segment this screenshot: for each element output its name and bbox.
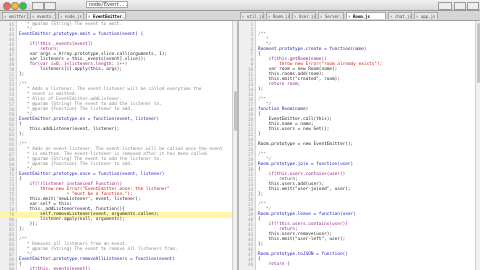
tab-label: events.js bbox=[37, 14, 55, 19]
tab-label: Room.js bbox=[353, 14, 370, 19]
forward-button[interactable] bbox=[44, 2, 56, 10]
tab[interactable]: × chat.js bbox=[388, 12, 412, 19]
back-button[interactable] bbox=[32, 2, 44, 10]
tab-label: util.js bbox=[247, 14, 264, 19]
tab[interactable]: ×Server.js bbox=[318, 12, 344, 19]
close-tab-icon[interactable]: × bbox=[268, 13, 270, 19]
tab[interactable]: × util.js bbox=[240, 12, 264, 19]
tab-label: User.js bbox=[299, 14, 316, 19]
left-editor-pane[interactable]: 41 * @param {String} The event to emit. 4… bbox=[0, 21, 232, 270]
tab[interactable]: ×emitter.js bbox=[2, 12, 28, 19]
close-tab-icon[interactable]: × bbox=[32, 13, 34, 19]
tab-label: emitter.js bbox=[9, 14, 27, 19]
tab[interactable]: × Room.js bbox=[346, 12, 386, 19]
file-path-field[interactable]: node/Event... bbox=[86, 1, 128, 8]
tab[interactable]: ×events.js bbox=[30, 12, 56, 19]
code-line[interactable]: 49 return { bbox=[239, 262, 475, 268]
close-window-button[interactable] bbox=[3, 2, 11, 10]
tab-label: EventEmitter.js bbox=[93, 14, 126, 19]
window-toolbar: node/Event... bbox=[0, 0, 480, 11]
close-tab-icon[interactable]: × bbox=[242, 13, 244, 19]
line-number: 49 bbox=[248, 262, 253, 267]
zoom-window-button[interactable] bbox=[19, 2, 27, 10]
tab-bar: ×emitter.js×events.js×node.js×EventEmitt… bbox=[0, 11, 480, 21]
close-tab-icon[interactable]: × bbox=[320, 13, 322, 19]
close-tab-icon[interactable]: × bbox=[60, 13, 62, 19]
tab[interactable]: × EventEmitter.js bbox=[86, 12, 126, 19]
right-editor-pane[interactable]: 1 2 3/** 4 * 5 */6 Roomset.prototype.create =… bbox=[239, 21, 475, 270]
tab-label: app.js bbox=[421, 14, 436, 19]
tab[interactable]: × node.js bbox=[58, 12, 84, 19]
close-tab-icon[interactable]: × bbox=[294, 13, 296, 19]
close-tab-icon[interactable]: × bbox=[390, 13, 392, 19]
tab-label: Room.js bbox=[273, 14, 290, 19]
close-tab-icon[interactable]: × bbox=[88, 13, 90, 19]
split-view-button[interactable] bbox=[454, 2, 466, 10]
close-tab-icon[interactable]: × bbox=[416, 13, 418, 19]
tab-label: node.js bbox=[65, 14, 82, 19]
fullscreen-button[interactable] bbox=[467, 2, 479, 10]
tab[interactable]: × app.js bbox=[414, 12, 438, 19]
tab[interactable]: × Room.js bbox=[266, 12, 290, 19]
minimize-window-button[interactable] bbox=[11, 2, 19, 10]
tab-label: chat.js bbox=[395, 14, 412, 19]
right-pane-scrollbar[interactable] bbox=[475, 21, 480, 270]
code-text: return { bbox=[258, 262, 290, 267]
editor-window: node/Event... ×emitter.js×events.js×node… bbox=[0, 0, 480, 270]
close-tab-icon[interactable]: × bbox=[348, 13, 350, 19]
sidebar-toggle-button[interactable] bbox=[438, 2, 452, 10]
tab[interactable]: × User.js bbox=[292, 12, 316, 19]
close-tab-icon[interactable]: × bbox=[4, 13, 6, 19]
tab-label: Server.js bbox=[325, 14, 343, 19]
